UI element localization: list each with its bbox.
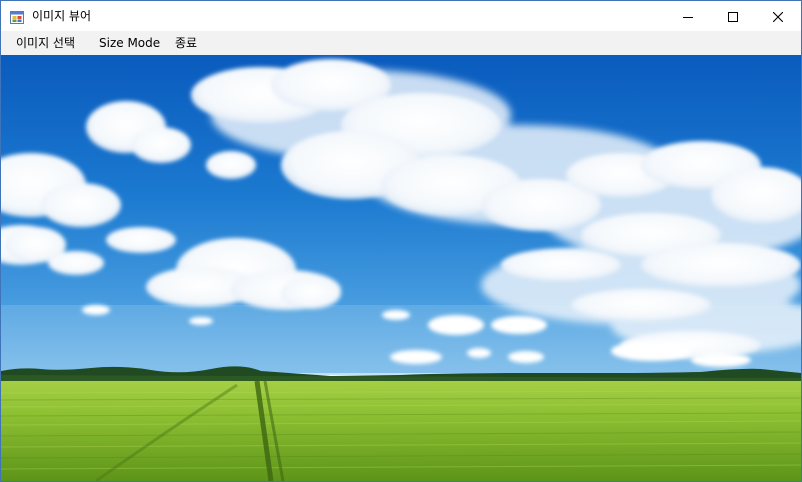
landscape-image (1, 55, 801, 481)
app-window: 이미지 뷰어 이미지 선택 Size Mode 종료 (0, 0, 802, 482)
picture-box (1, 55, 801, 481)
close-icon (772, 7, 784, 26)
maximize-icon (728, 7, 738, 26)
minimize-icon (683, 7, 693, 26)
title-bar[interactable]: 이미지 뷰어 (1, 1, 801, 31)
minimize-button[interactable] (665, 1, 711, 31)
menu-exit[interactable]: 종료 (168, 31, 204, 55)
window-title: 이미지 뷰어 (32, 9, 92, 23)
close-button[interactable] (755, 1, 801, 31)
menu-select-image[interactable]: 이미지 선택 (9, 31, 82, 55)
menu-size-mode[interactable]: Size Mode (92, 31, 167, 55)
app-icon[interactable] (10, 9, 24, 24)
maximize-button[interactable] (710, 1, 756, 31)
menu-bar: 이미지 선택 Size Mode 종료 (1, 31, 801, 55)
